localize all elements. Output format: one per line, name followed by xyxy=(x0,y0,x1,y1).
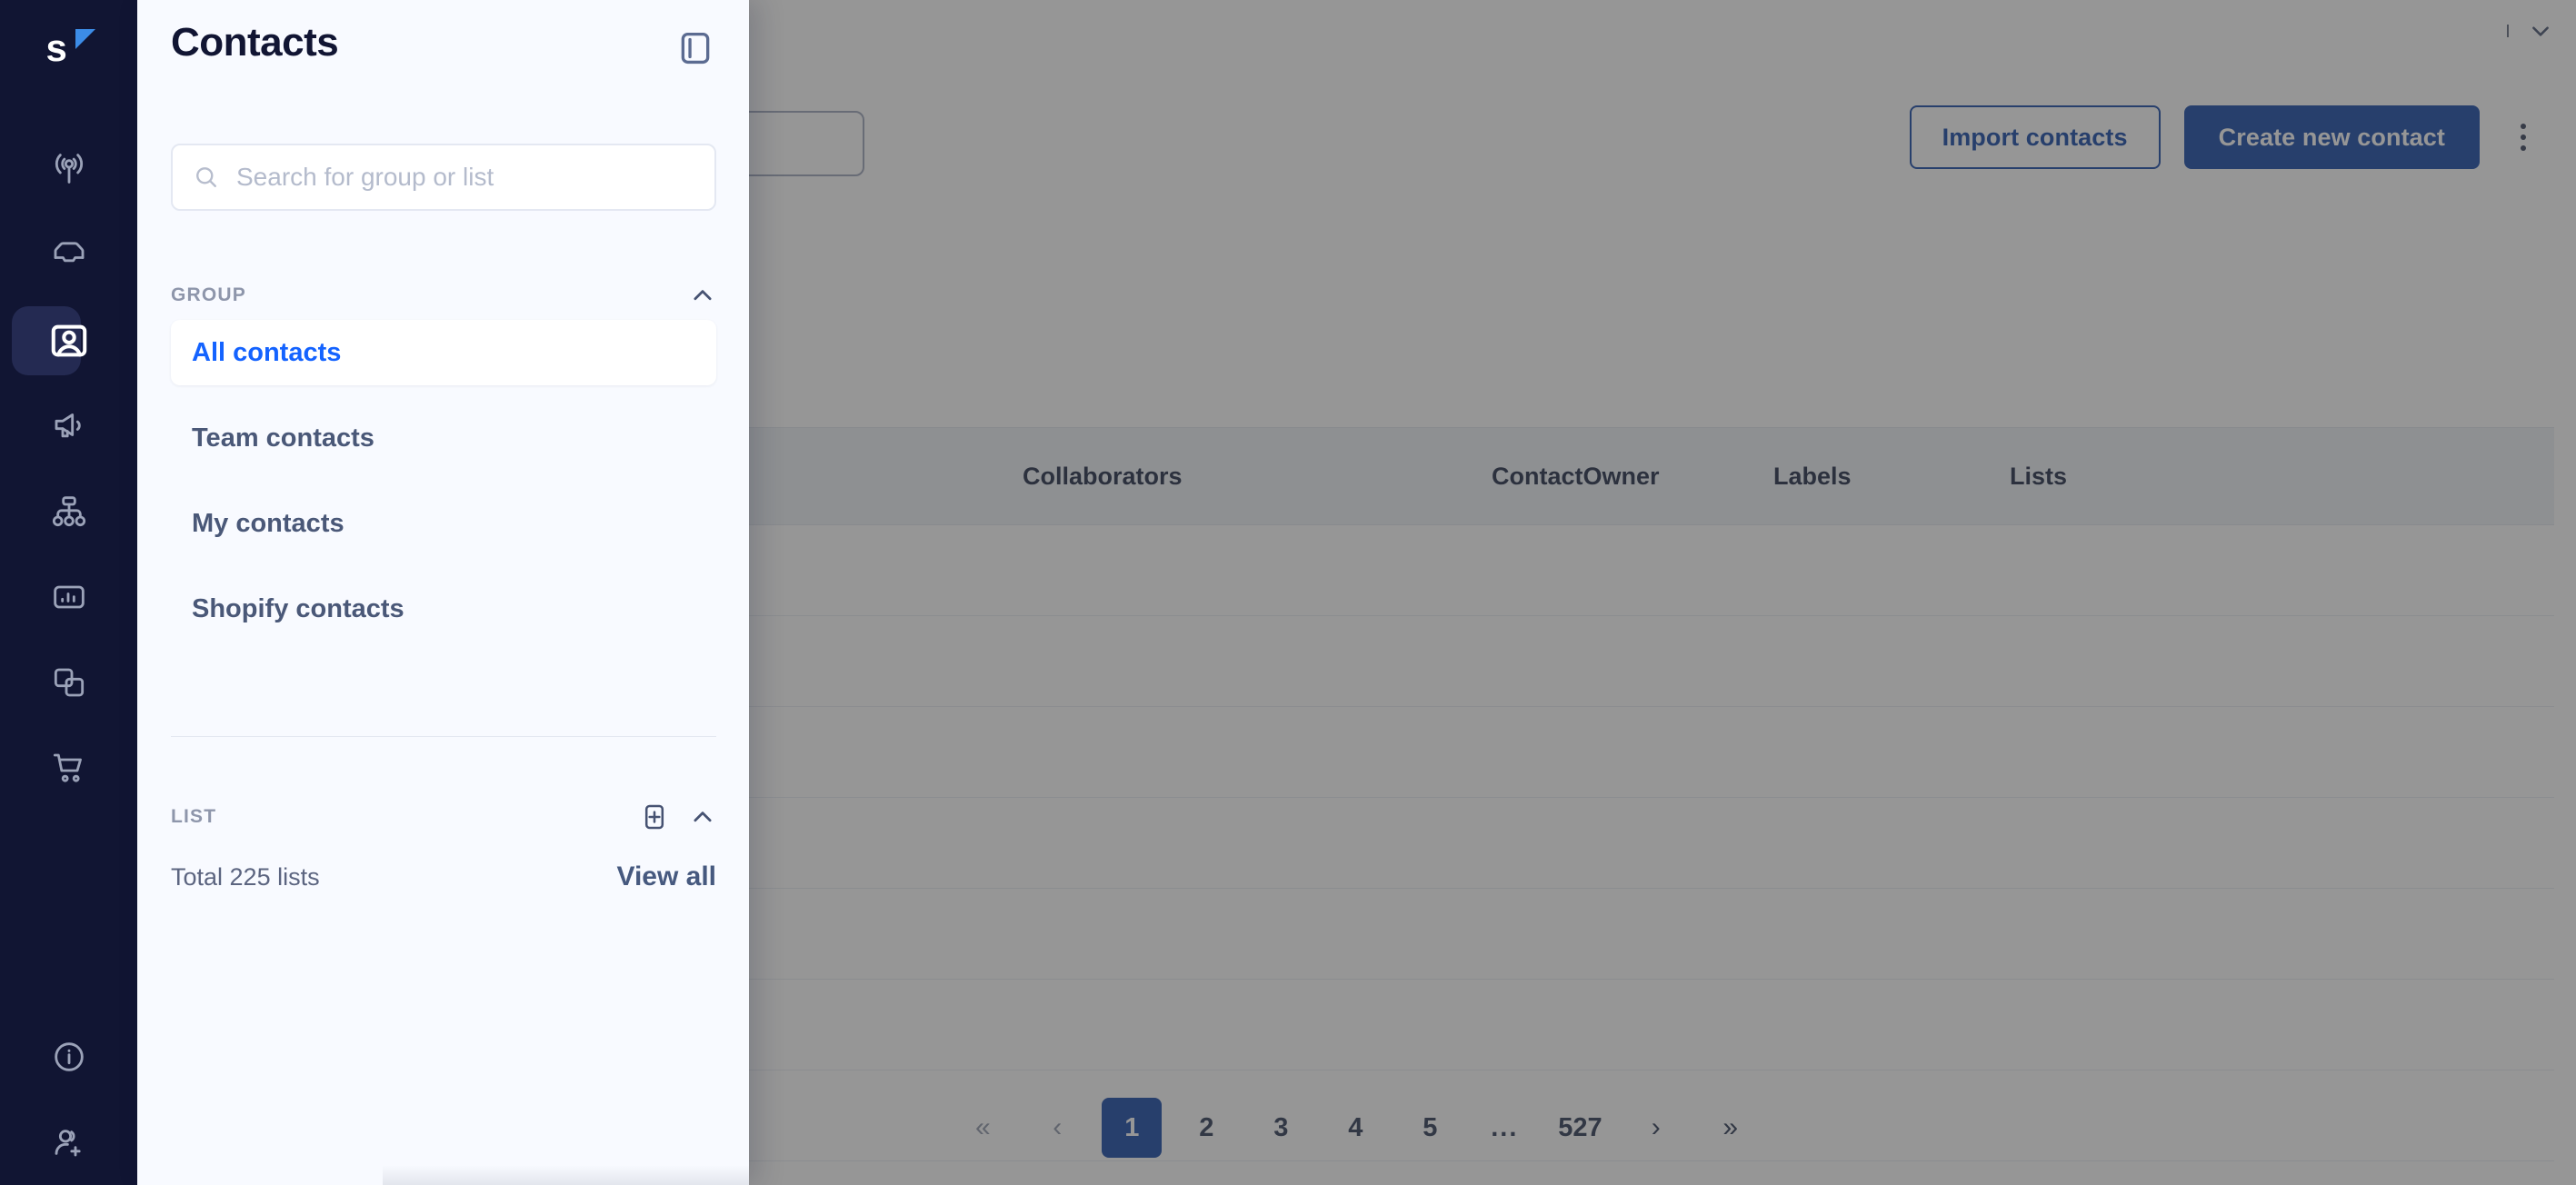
pagination-page-5[interactable]: 5 xyxy=(1400,1098,1460,1158)
list-section-label: LIST xyxy=(171,806,217,827)
import-contacts-button[interactable]: Import contacts xyxy=(1909,105,2161,169)
invite-user-icon xyxy=(51,1124,87,1160)
info-icon xyxy=(51,1039,87,1075)
campaign-icon xyxy=(51,408,87,444)
add-list-icon[interactable] xyxy=(640,802,669,831)
contacts-drawer: Contacts GROUP xyxy=(137,0,749,1185)
drawer-footer-shadow xyxy=(383,1165,749,1185)
pagination-page-4[interactable]: 4 xyxy=(1325,1098,1385,1158)
pagination-page-1[interactable]: 1 xyxy=(1102,1098,1163,1158)
table-column-header-labels[interactable]: Labels xyxy=(1773,463,2010,491)
view-all-lists-button[interactable]: View all xyxy=(616,861,716,892)
chevron-up-icon[interactable] xyxy=(689,803,716,831)
chevron-up-icon[interactable] xyxy=(689,282,716,309)
search-group-or-list[interactable] xyxy=(171,144,716,211)
commerce-cart-icon xyxy=(51,750,87,786)
group-section-tools xyxy=(689,282,716,309)
search-icon xyxy=(193,164,220,191)
pagination-last-page[interactable]: 527 xyxy=(1549,1098,1611,1158)
rail-nav-bottom xyxy=(0,1014,137,1185)
list-total-row: Total 225 lists View all xyxy=(171,861,716,892)
sidebar-item-analytics[interactable] xyxy=(0,554,137,640)
pagination-next-button[interactable]: › xyxy=(1626,1098,1686,1158)
sidebar-item-shopify-contacts[interactable]: Shopify contacts xyxy=(171,576,716,642)
pagination-first-button[interactable]: « xyxy=(953,1098,1013,1158)
pagination-page-2[interactable]: 2 xyxy=(1176,1098,1236,1158)
group-section-header: GROUP xyxy=(171,274,716,316)
table-column-header-lists[interactable]: Lists xyxy=(2010,463,2301,491)
contacts-icon xyxy=(49,321,89,361)
minimize-icon[interactable] xyxy=(2507,25,2509,37)
chevron-down-icon[interactable] xyxy=(2529,19,2552,43)
app-root: Import contacts Create new contact tion … xyxy=(0,0,2576,1185)
rail-nav xyxy=(0,127,137,811)
sidebar-item-my-contacts[interactable]: My contacts xyxy=(171,491,716,556)
logo-letter: s xyxy=(45,26,67,69)
analytics-icon xyxy=(51,579,87,615)
sidebar-item-inbox[interactable] xyxy=(0,213,137,298)
sidebar-item-automation[interactable] xyxy=(0,469,137,554)
list-section-header: LIST xyxy=(171,796,716,838)
sidebar-item-broadcast[interactable] xyxy=(0,127,137,213)
group-section-label: GROUP xyxy=(171,284,247,305)
kebab-menu-icon[interactable] xyxy=(2503,112,2543,163)
drawer-divider xyxy=(171,736,716,737)
create-new-contact-button[interactable]: Create new contact xyxy=(2183,105,2480,169)
list-section-tools xyxy=(640,802,716,831)
window-controls xyxy=(2507,13,2552,49)
drawer-title: Contacts xyxy=(171,20,339,65)
list-total-label: Total 225 lists xyxy=(171,862,320,891)
pagination-page-3[interactable]: 3 xyxy=(1251,1098,1311,1158)
sidebar-item-invite-user[interactable] xyxy=(0,1100,137,1185)
app-sidebar-rail: s xyxy=(0,0,137,1185)
collapse-panel-icon[interactable] xyxy=(676,29,714,67)
drawer-header: Contacts xyxy=(137,0,749,109)
page-actions: Import contacts Create new contact xyxy=(1909,105,2543,169)
sidebar-item-contacts[interactable] xyxy=(0,298,137,383)
pagination-prev-button[interactable]: ‹ xyxy=(1027,1098,1087,1158)
templates-icon xyxy=(51,664,87,701)
sidebar-item-all-contacts[interactable]: All contacts xyxy=(171,320,716,385)
table-column-header-contactowner[interactable]: ContactOwner xyxy=(1492,463,1773,491)
sidebar-item-campaign[interactable] xyxy=(0,383,137,469)
automation-flow-icon xyxy=(51,493,87,530)
sidebar-item-info[interactable] xyxy=(0,1014,137,1100)
search-input[interactable] xyxy=(236,163,714,192)
logo-triangle-icon xyxy=(75,29,95,49)
table-column-header-collaborators[interactable]: Collaborators xyxy=(1023,463,1243,491)
broadcast-icon xyxy=(51,152,87,188)
pagination-end-button[interactable]: » xyxy=(1701,1098,1761,1158)
pagination-ellipsis: ... xyxy=(1491,1112,1519,1142)
sidebar-item-team-contacts[interactable]: Team contacts xyxy=(171,405,716,471)
sidebar-item-templates[interactable] xyxy=(0,640,137,725)
group-list: All contacts Team contacts My contacts S… xyxy=(171,320,716,662)
inbox-icon xyxy=(51,237,87,274)
app-logo[interactable]: s xyxy=(0,20,137,76)
sidebar-item-commerce[interactable] xyxy=(0,725,137,811)
